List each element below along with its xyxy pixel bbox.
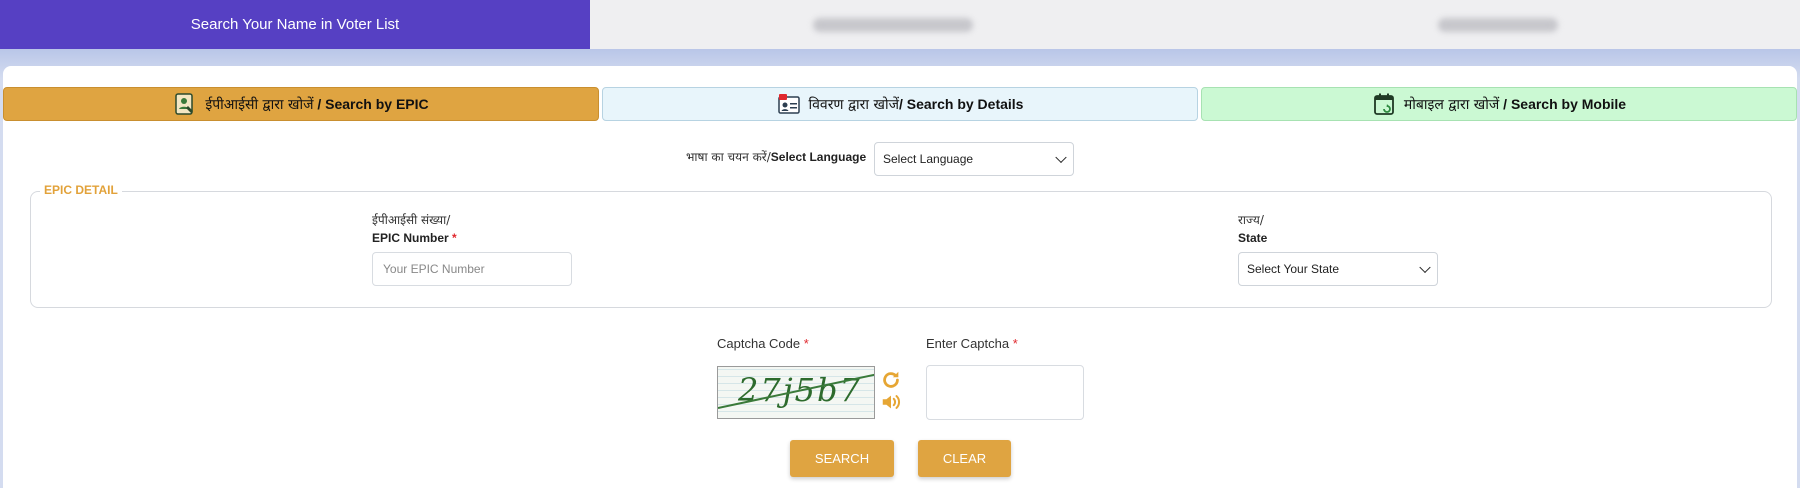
epic-number-label: EPIC Number * [372, 231, 457, 245]
captcha-code-label: Captcha Code * [717, 336, 809, 351]
enter-captcha-label: Enter Captcha * [926, 336, 1018, 351]
top-tab-bar: Search Your Name in Voter List [0, 0, 1800, 49]
language-select-value: Select Language [883, 152, 974, 166]
tab-epic-hindi: ईपीआईसी द्वारा खोजें [205, 96, 314, 113]
tab-search-by-details[interactable]: विवरण द्वारा खोजें/ Search by Details [602, 87, 1198, 121]
state-select-value: Select Your State [1247, 262, 1340, 276]
tab-mobile-hindi: मोबाइल द्वारा खोजें [1403, 96, 1500, 113]
language-label-hindi: भाषा का चयन करें/ [686, 150, 771, 164]
enter-captcha-label-text: Enter Captcha [926, 336, 1010, 351]
state-label-hindi: राज्य/ [1238, 213, 1264, 227]
epic-number-placeholder: Your EPIC Number [383, 262, 485, 276]
tab-search-voter-list-label: Search Your Name in Voter List [190, 16, 400, 33]
required-marker: * [452, 231, 457, 245]
mobile-calendar-icon [1373, 93, 1394, 115]
tab-blurred-2[interactable] [590, 0, 1195, 49]
details-card-icon [777, 94, 800, 114]
clear-button[interactable]: CLEAR [918, 440, 1011, 477]
search-mode-tabs: ईपीआईसी द्वारा खोजें / Search by EPIC वि… [3, 87, 1797, 121]
chevron-down-icon [1055, 151, 1067, 164]
captcha-input[interactable] [926, 365, 1084, 420]
epic-detail-legend: EPIC DETAIL [40, 183, 122, 197]
tab-details-english: / Search by Details [898, 95, 1024, 112]
tab-details-hindi: विवरण द्वारा खोजें [808, 96, 899, 113]
tab-search-voter-list[interactable]: Search Your Name in Voter List [0, 0, 590, 49]
required-marker: * [1012, 336, 1018, 351]
required-marker: * [803, 336, 809, 351]
tab-mobile-english: / Search by Mobile [1499, 95, 1627, 112]
epic-number-input[interactable]: Your EPIC Number [372, 252, 572, 286]
tab-search-by-mobile[interactable]: मोबाइल द्वारा खोजें / Search by Mobile [1201, 87, 1797, 121]
captcha-code-label-text: Captcha Code [717, 336, 801, 351]
tab-search-by-epic[interactable]: ईपीआईसी द्वारा खोजें / Search by EPIC [3, 87, 599, 121]
state-select[interactable]: Select Your State [1238, 252, 1438, 286]
epic-detail-fieldset [30, 191, 1772, 308]
speaker-icon[interactable] [880, 391, 902, 413]
captcha-image: 27j5b7 [717, 366, 875, 419]
epic-number-label-hindi: ईपीआईसी संख्या/ [372, 213, 451, 227]
epic-number-label-text: EPIC Number [372, 231, 449, 245]
tab-blurred-3[interactable] [1195, 0, 1800, 49]
state-label: State [1238, 231, 1268, 245]
language-select[interactable]: Select Language [874, 142, 1074, 176]
refresh-icon[interactable] [880, 369, 902, 391]
search-button[interactable]: SEARCH [790, 440, 894, 477]
tab-epic-english: / Search by EPIC [313, 95, 429, 112]
id-card-icon [175, 93, 194, 115]
chevron-down-icon [1419, 261, 1431, 274]
blurred-tab-text [1437, 17, 1558, 32]
language-label: भाषा का चयन करें/Select Language [686, 148, 866, 165]
language-label-english: Select Language [770, 150, 867, 164]
blurred-tab-text [812, 17, 973, 32]
